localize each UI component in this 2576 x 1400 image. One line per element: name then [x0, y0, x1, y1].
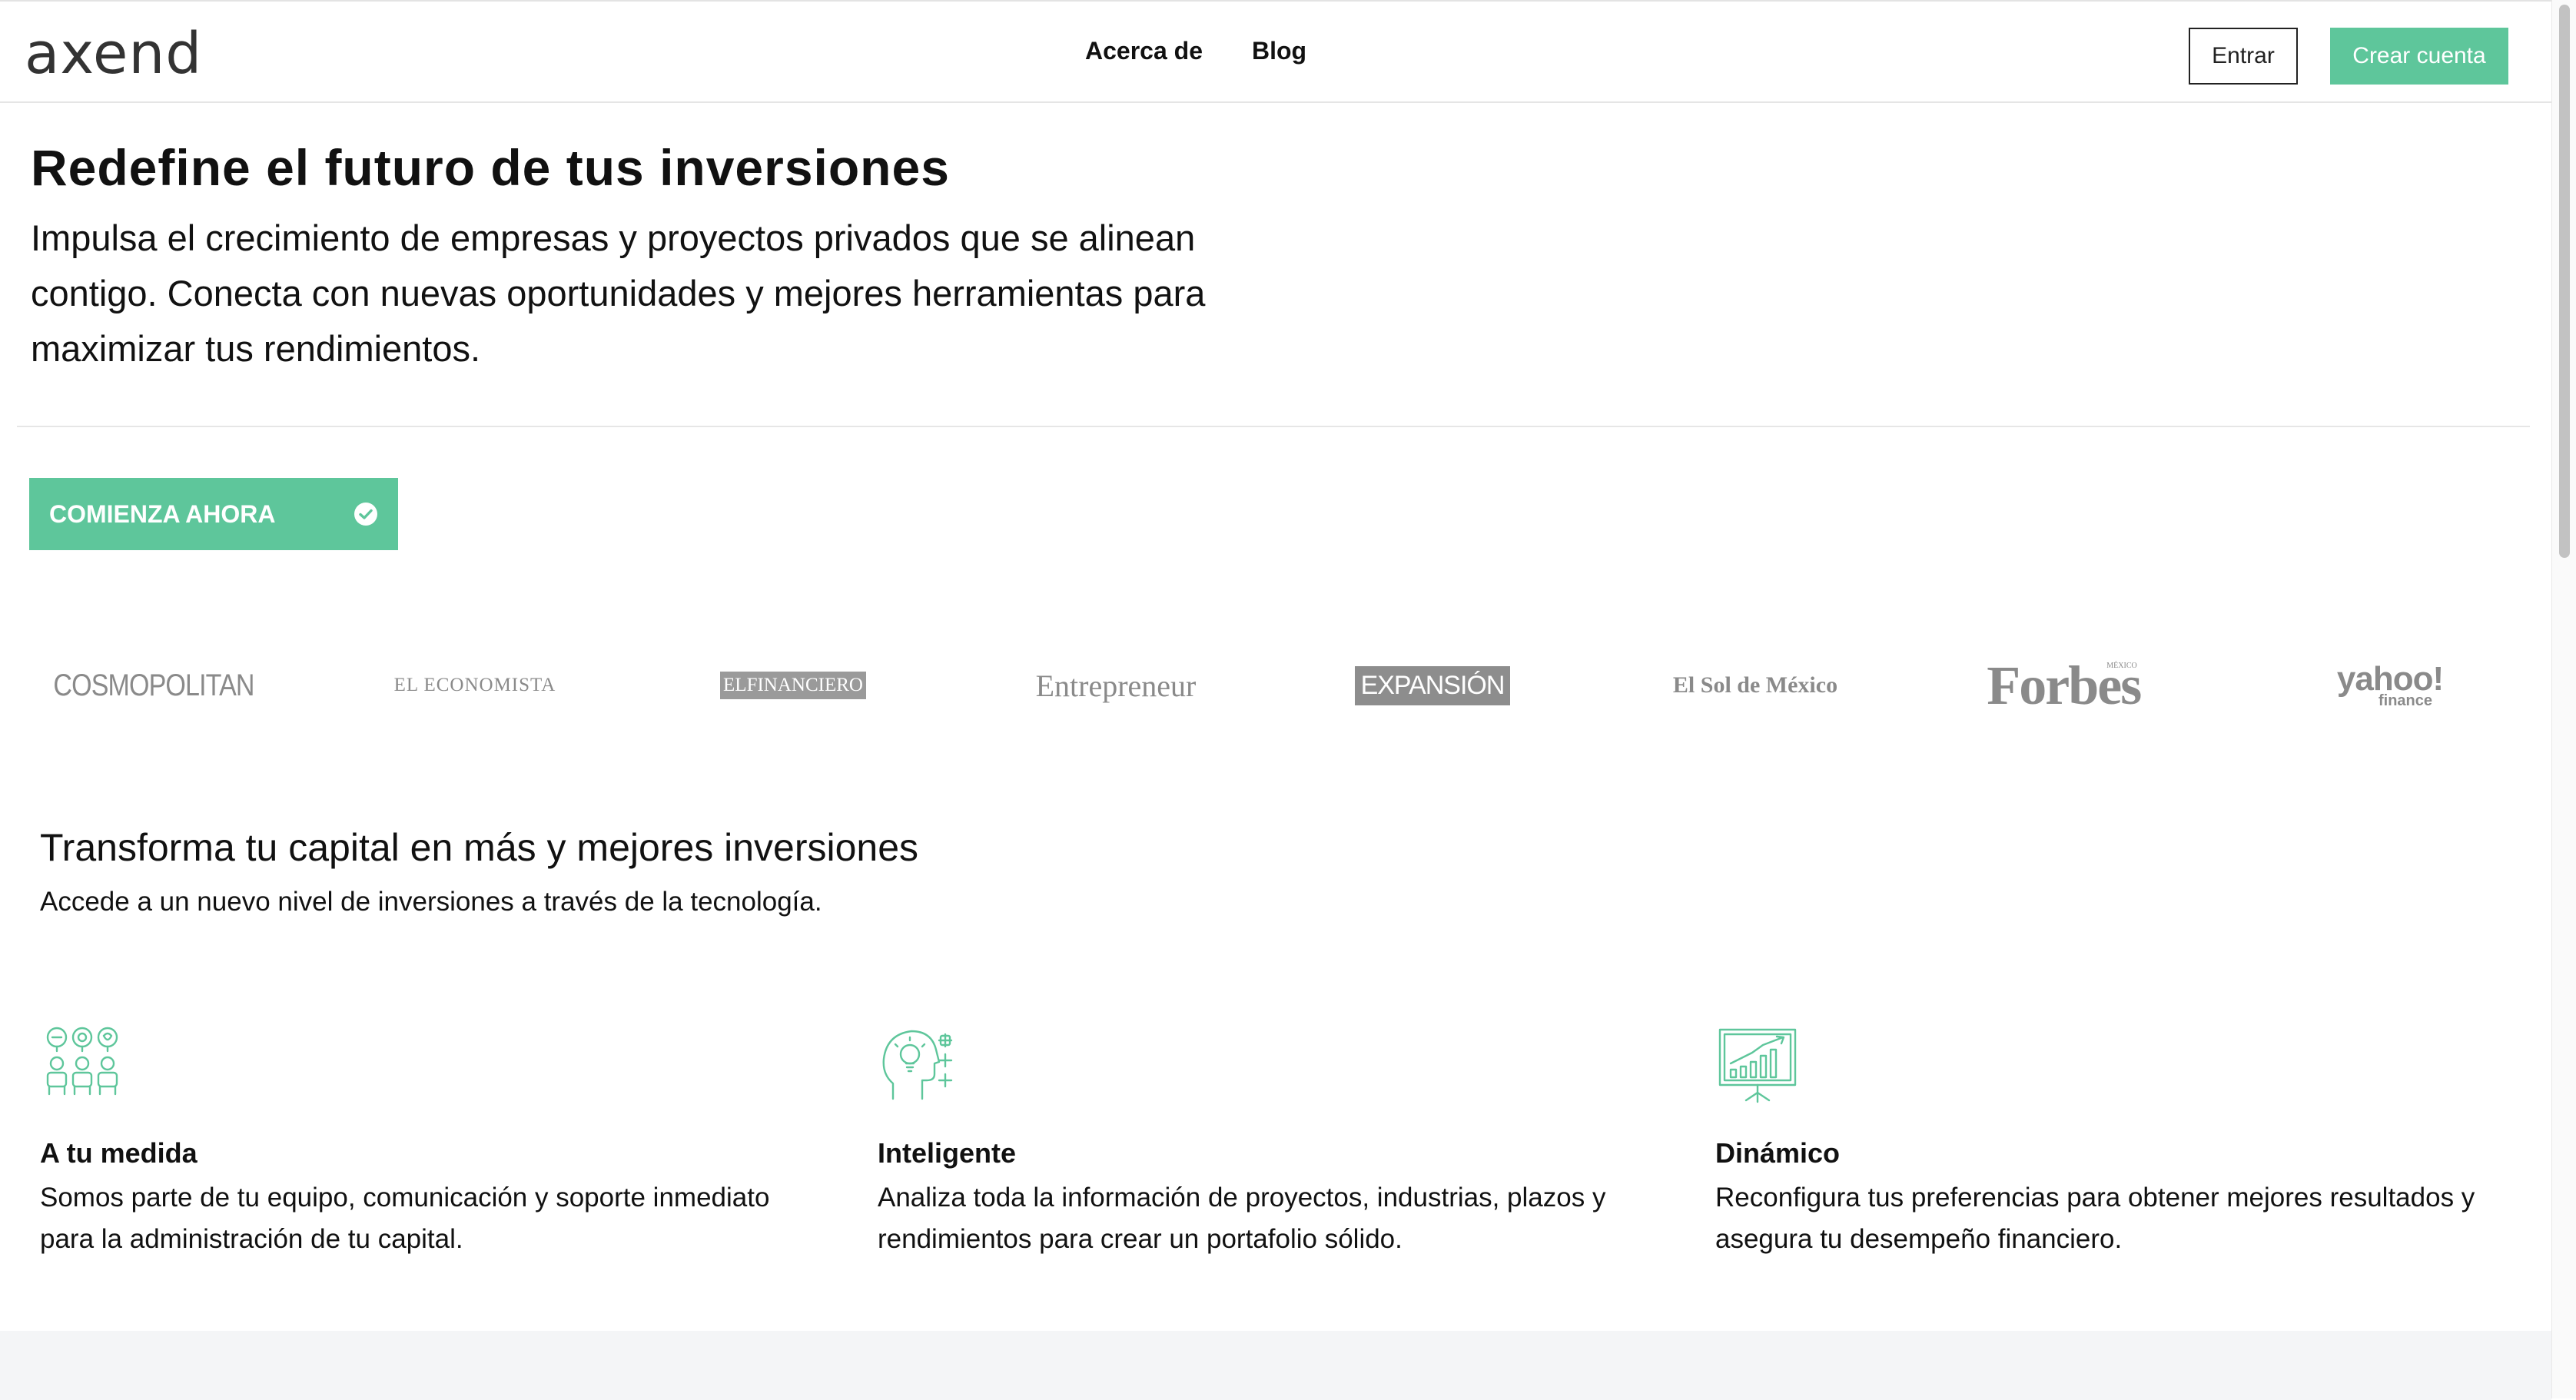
el-sol-de-mexico-logo: El Sol de México: [1672, 672, 1838, 698]
main-nav: Acerca de Blog: [1085, 37, 1306, 65]
hero-subtitle: Impulsa el crecimiento de empresas y pro…: [31, 217, 1206, 369]
expansion-logo: EXPANSIÓN: [1354, 655, 1511, 716]
forbes-logo: Forbes MÉXICO: [1987, 655, 2167, 716]
yahoo-text: yahoo!: [2336, 660, 2444, 698]
yahoo-finance-logo: yahoo! finance: [2329, 655, 2452, 716]
top-navbar: axend Acerca de Blog Entrar Crear cuenta: [0, 2, 2551, 103]
team-support-icon: [46, 1027, 118, 1096]
press-logos: COSMOPOLITAN EL ECONOMISTA ELFINANCIERO …: [0, 655, 2551, 716]
signup-button[interactable]: Crear cuenta: [2330, 28, 2508, 85]
feature-title: A tu medida: [40, 1137, 198, 1169]
feature-title: Dinámico: [1715, 1137, 1841, 1169]
feature-a-tu-medida: A tu medida Somos parte de tu equipo, co…: [40, 1023, 808, 1254]
feature-title: Inteligente: [878, 1137, 1017, 1169]
finance-text: finance: [2378, 692, 2433, 709]
scrollbar-thumb[interactable]: [2559, 5, 2570, 558]
el-financiero-text: ELFINANCIERO: [720, 672, 866, 699]
page: axend Acerca de Blog Entrar Crear cuenta…: [0, 0, 2551, 1400]
feature-inteligente: Inteligente Analiza toda la información …: [878, 1023, 1646, 1254]
smart-head-icon: [882, 1030, 953, 1100]
section-subtitle: Accede a un nuevo nivel de inversiones a…: [40, 887, 822, 917]
check-circle-icon: [354, 503, 377, 526]
divider: [17, 426, 2530, 427]
el-financiero-logo: ELFINANCIERO: [716, 655, 870, 716]
login-button[interactable]: Entrar: [2189, 28, 2298, 85]
forbes-mexico-text: MÉXICO: [2106, 661, 2137, 670]
entrepreneur-logo: Entrepreneur: [1035, 668, 1197, 703]
hero-title: Redefine el futuro de tus inversiones: [31, 139, 950, 196]
el-economista-logo: EL ECONOMISTA: [393, 675, 556, 695]
feature-text: Somos parte de tu equipo, comunicación y…: [40, 1183, 770, 1254]
footer-section: [0, 1331, 2551, 1400]
feature-dinamico: Dinámico Reconfigura tus preferencias pa…: [1715, 1023, 2484, 1254]
start-now-label: COMIENZA AHORA: [49, 499, 276, 528]
expansion-text: EXPANSIÓN: [1354, 665, 1511, 705]
nav-link-blog[interactable]: Blog: [1252, 37, 1306, 65]
section-title: Transforma tu capital en más y mejores i…: [40, 826, 919, 869]
start-now-button[interactable]: COMIENZA AHORA: [29, 478, 398, 550]
growth-chart-icon: [1718, 1028, 1797, 1103]
feature-text: Analiza toda la información de proyectos…: [878, 1183, 1606, 1254]
axend-logo[interactable]: axend: [25, 23, 202, 85]
cosmopolitan-logo: COSMOPOLITAN: [53, 668, 254, 702]
nav-link-acerca-de[interactable]: Acerca de: [1085, 37, 1203, 65]
feature-text: Reconfigura tus preferencias para obtene…: [1715, 1183, 2475, 1254]
